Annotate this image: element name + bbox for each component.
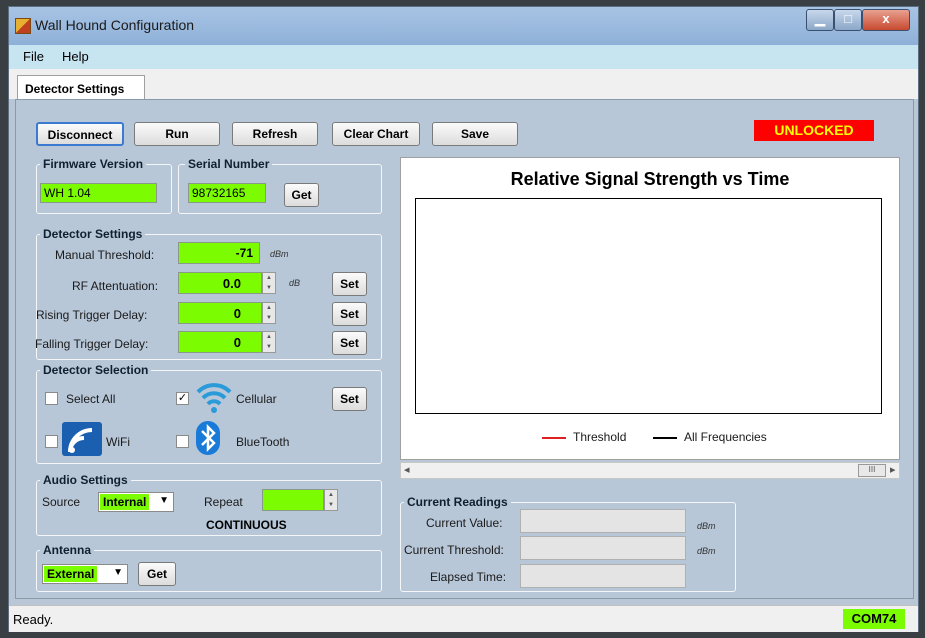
menu-help[interactable]: Help <box>62 49 89 64</box>
scroll-right-arrow[interactable]: ▸ <box>890 463 896 476</box>
rf-attenuation-spinner[interactable]: ▲ ▼ <box>262 272 276 294</box>
minimize-button[interactable]: ▁ <box>806 9 834 31</box>
clear-chart-button[interactable]: Clear Chart <box>332 122 420 146</box>
readings-title: Current Readings <box>404 495 511 509</box>
rf-attenuation-field[interactable]: 0.0 <box>178 272 262 294</box>
legend-threshold-swatch <box>542 437 566 439</box>
rf-attenuation-unit: dB <box>289 278 301 288</box>
firmware-title: Firmware Version <box>40 157 147 171</box>
current-threshold-unit: dBm <box>697 546 716 556</box>
scroll-left-arrow[interactable]: ◂ <box>404 463 410 476</box>
source-dropdown-icon: ▼ <box>159 495 169 506</box>
save-button[interactable]: Save <box>432 122 518 146</box>
detector-selection-set-button[interactable]: Set <box>332 387 367 411</box>
repeat-spinner[interactable]: ▲ ▼ <box>324 489 338 511</box>
manual-threshold-field[interactable]: -71 <box>178 242 260 264</box>
maximize-button[interactable]: □ <box>834 9 862 31</box>
antenna-get-button[interactable]: Get <box>138 562 176 586</box>
source-select[interactable]: Internal ▼ <box>98 492 174 512</box>
rf-attenuation-label: RF Attentuation: <box>72 279 159 293</box>
serial-title: Serial Number <box>185 157 273 171</box>
falling-delay-field[interactable]: 0 <box>178 331 262 353</box>
current-value-label: Current Value: <box>426 516 503 530</box>
menu-bar: File Help <box>9 45 918 69</box>
legend-threshold-label: Threshold <box>573 430 627 444</box>
rising-delay-field[interactable]: 0 <box>178 302 262 324</box>
wifi-checkbox[interactable] <box>45 435 58 448</box>
rising-delay-spinner[interactable]: ▲ ▼ <box>262 302 276 324</box>
select-all-label: Select All <box>66 392 116 406</box>
wifi-icon <box>62 422 102 456</box>
current-value-unit: dBm <box>697 521 716 531</box>
menu-file[interactable]: File <box>23 49 44 64</box>
select-all-checkbox[interactable] <box>45 392 58 405</box>
scroll-thumb[interactable]: III <box>858 464 886 477</box>
detector-settings-title: Detector Settings <box>40 227 146 241</box>
current-threshold-field <box>520 536 686 560</box>
app-icon <box>15 18 31 34</box>
cellular-checkbox[interactable]: ✓ <box>176 392 189 405</box>
tab-content: Disconnect Run Refresh Clear Chart Save … <box>15 99 914 599</box>
elapsed-time-field <box>520 564 686 588</box>
repeat-field[interactable] <box>262 489 324 511</box>
repeat-label: Repeat <box>204 495 243 509</box>
rf-attenuation-set-button[interactable]: Set <box>332 272 367 296</box>
audio-title: Audio Settings <box>40 473 131 487</box>
rising-delay-set-button[interactable]: Set <box>332 302 367 326</box>
antenna-dropdown-icon: ▼ <box>113 567 123 578</box>
antenna-select[interactable]: External ▼ <box>42 564 128 584</box>
firmware-field: WH 1.04 <box>40 183 157 203</box>
serial-get-button[interactable]: Get <box>284 183 319 207</box>
detector-selection-title: Detector Selection <box>40 363 152 377</box>
close-button[interactable]: x <box>862 9 910 31</box>
audio-mode: CONTINUOUS <box>206 518 287 532</box>
falling-delay-set-button[interactable]: Set <box>332 331 367 355</box>
plot-area <box>415 198 882 414</box>
lock-status-badge: UNLOCKED <box>754 120 874 141</box>
run-button[interactable]: Run <box>134 122 220 146</box>
bluetooth-checkbox[interactable] <box>176 435 189 448</box>
tab-strip: Detector Settings <box>9 69 918 101</box>
cellular-label: Cellular <box>236 392 277 406</box>
rising-delay-label: Rising Trigger Delay: <box>36 308 148 322</box>
chart-title: Relative Signal Strength vs Time <box>510 169 790 189</box>
status-text: Ready. <box>13 612 54 627</box>
status-bar: Ready. COM74 <box>9 605 918 632</box>
chart-scrollbar[interactable] <box>400 462 900 479</box>
title-bar[interactable]: Wall Hound Configuration ▁ □ x <box>9 7 918 45</box>
refresh-button[interactable]: Refresh <box>232 122 318 146</box>
disconnect-button[interactable]: Disconnect <box>36 122 124 146</box>
manual-threshold-unit: dBm <box>270 249 289 259</box>
antenna-value: External <box>44 566 98 582</box>
window-title: Wall Hound Configuration <box>35 17 195 33</box>
app-window: Wall Hound Configuration ▁ □ x File Help… <box>8 6 919 632</box>
cellular-icon <box>196 383 232 413</box>
current-threshold-label: Current Threshold: <box>404 543 504 557</box>
com-port-badge: COM74 <box>843 609 905 629</box>
source-value: Internal <box>100 494 150 510</box>
falling-delay-label: Falling Trigger Delay: <box>35 337 149 351</box>
bluetooth-label: BlueTooth <box>236 435 290 449</box>
legend-all-label: All Frequencies <box>684 430 767 444</box>
tab-detector-settings[interactable]: Detector Settings <box>17 75 145 101</box>
wifi-label: WiFi <box>106 435 130 449</box>
serial-field: 98732165 <box>188 183 266 203</box>
legend-all-swatch <box>653 437 677 439</box>
antenna-title: Antenna <box>40 543 94 557</box>
bluetooth-icon <box>196 421 220 455</box>
elapsed-time-label: Elapsed Time: <box>430 570 507 584</box>
falling-delay-spinner[interactable]: ▲ ▼ <box>262 331 276 353</box>
source-label: Source <box>42 495 81 509</box>
current-value-field <box>520 509 686 533</box>
manual-threshold-label: Manual Threshold: <box>55 248 155 262</box>
